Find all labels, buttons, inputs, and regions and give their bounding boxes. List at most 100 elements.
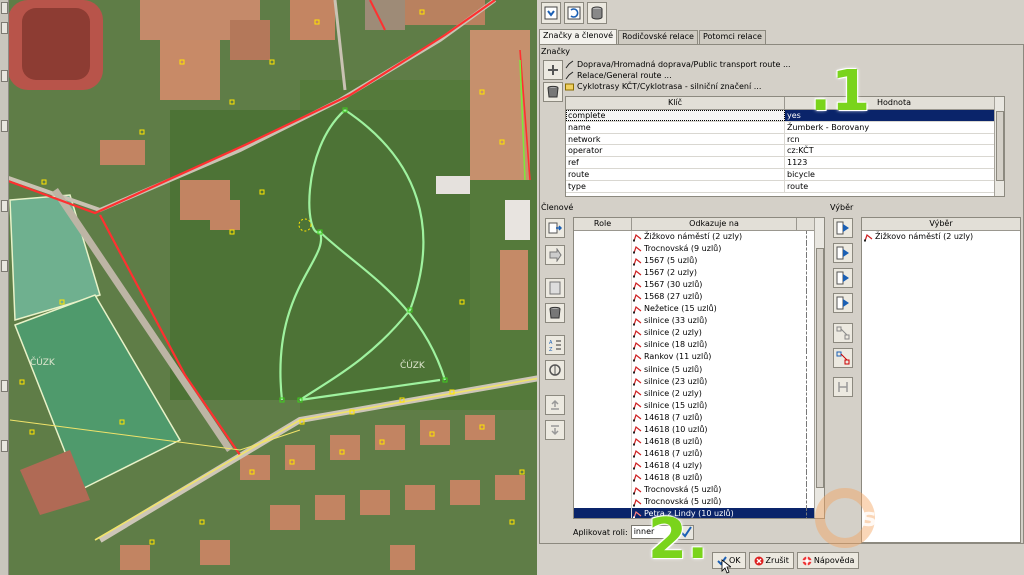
member-ref[interactable]: Rankov (11 uzlů) — [632, 351, 797, 363]
member-ref[interactable]: Žižkovo náměstí (2 uzly) — [632, 231, 797, 243]
member-role[interactable] — [574, 399, 632, 412]
cancel-button[interactable]: Zrušit — [748, 552, 794, 569]
member-ref[interactable]: silnice (18 uzlů) — [632, 339, 797, 351]
member-role[interactable] — [574, 231, 632, 244]
tag-value[interactable]: rcn — [785, 134, 1004, 145]
tag-row[interactable]: type route — [566, 180, 1004, 193]
member-row[interactable]: 14618 (10 uzlů) — [574, 423, 824, 436]
member-ref[interactable]: 14618 (7 uzlů) — [632, 412, 797, 424]
member-row[interactable]: silnice (18 uzlů) — [574, 339, 824, 352]
column-header-role[interactable]: Role — [574, 218, 632, 230]
member-ref[interactable]: 14618 (4 uzly) — [632, 460, 797, 472]
member-role[interactable] — [574, 291, 632, 304]
member-ref[interactable]: Trocnovská (9 uzlů) — [632, 243, 797, 255]
member-role[interactable] — [574, 243, 632, 256]
tab-child-relations[interactable]: Potomci relace — [698, 30, 766, 44]
member-row[interactable]: 1567 (2 uzly) — [574, 267, 824, 280]
member-row[interactable]: 1568 (27 uzlů) — [574, 291, 824, 304]
select-members-button[interactable] — [833, 323, 853, 343]
member-row[interactable]: 14618 (8 uzlů) — [574, 435, 824, 448]
member-row[interactable]: 14618 (7 uzlů) — [574, 411, 824, 424]
member-role[interactable] — [574, 327, 632, 340]
member-row[interactable]: 1567 (30 uzlů) — [574, 279, 824, 292]
reverse-members-button[interactable] — [545, 360, 565, 380]
member-row[interactable]: Trocnovská (5 uzlů) — [574, 483, 824, 497]
member-role[interactable] — [574, 483, 632, 497]
remove-selected-button[interactable] — [833, 348, 853, 368]
member-row[interactable]: Trocnovská (9 uzlů) — [574, 243, 824, 256]
map-tool-button[interactable] — [1, 22, 8, 34]
map-tool-button[interactable] — [1, 70, 8, 82]
add-selection-at-end-button[interactable] — [833, 293, 853, 313]
member-row[interactable]: silnice (2 uzly) — [574, 387, 824, 400]
tag-row[interactable]: route bicycle — [566, 168, 1004, 181]
member-row[interactable]: 14618 (8 uzlů) — [574, 471, 824, 485]
member-role[interactable] — [574, 508, 632, 518]
member-ref[interactable]: 14618 (10 uzlů) — [632, 424, 797, 436]
member-row[interactable]: silnice (23 uzlů) — [574, 375, 824, 388]
member-ref[interactable]: silnice (23 uzlů) — [632, 376, 797, 388]
member-role[interactable] — [574, 315, 632, 328]
member-ref[interactable]: silnice (2 uzly) — [632, 388, 797, 400]
map-tool-button[interactable] — [1, 200, 8, 212]
add-selected-member-button[interactable] — [545, 218, 565, 238]
tag-value[interactable]: 1123 — [785, 157, 1004, 168]
download-members-button[interactable] — [541, 2, 561, 24]
member-ref[interactable]: 14618 (7 uzlů) — [632, 448, 797, 460]
member-ref[interactable]: 1567 (2 uzly) — [632, 267, 797, 279]
sort-refresh-button[interactable] — [564, 2, 584, 24]
member-role[interactable] — [574, 351, 632, 364]
member-row[interactable]: Nežetice (15 uzlů) — [574, 303, 824, 316]
map-tool-button[interactable] — [1, 2, 8, 14]
member-ref[interactable]: 1567 (30 uzlů) — [632, 279, 797, 291]
member-role[interactable] — [574, 496, 632, 509]
selection-row[interactable]: Žižkovo náměstí (2 uzly) — [862, 231, 1020, 243]
add-selection-after-button[interactable] — [833, 268, 853, 288]
map-tool-button[interactable] — [1, 380, 8, 392]
member-ref[interactable]: 14618 (8 uzlů) — [632, 472, 797, 484]
member-row[interactable]: 14618 (4 uzly) — [574, 459, 824, 472]
help-button[interactable]: Nápověda — [796, 552, 860, 569]
tag-key[interactable]: name — [566, 121, 785, 133]
member-row[interactable]: silnice (33 uzlů) — [574, 315, 824, 328]
tag-table-scrollbar[interactable] — [994, 97, 1004, 196]
column-header-selection[interactable]: Výběr — [862, 218, 1020, 231]
member-row[interactable]: silnice (15 uzlů) — [574, 399, 824, 412]
tag-row[interactable]: network rcn — [566, 133, 1004, 146]
tag-row[interactable]: ref 1123 — [566, 157, 1004, 169]
tag-value[interactable]: route — [785, 181, 1004, 192]
add-selection-at-start-button[interactable] — [833, 218, 853, 238]
tab-tags-members[interactable]: Značky a členové — [539, 29, 618, 44]
move-member-button[interactable] — [545, 245, 565, 265]
member-ref[interactable]: silnice (5 uzlů) — [632, 364, 797, 376]
add-selection-before-button[interactable] — [833, 243, 853, 263]
member-row[interactable]: silnice (5 uzlů) — [574, 363, 824, 376]
member-row[interactable]: Rankov (11 uzlů) — [574, 351, 824, 364]
tab-parent-relations[interactable]: Rodičovské relace — [618, 30, 698, 44]
map-tool-button[interactable] — [1, 440, 8, 452]
zoom-member-button[interactable] — [833, 377, 853, 397]
member-ref[interactable]: silnice (33 uzlů) — [632, 315, 797, 327]
edit-member-button[interactable] — [545, 278, 565, 298]
tag-table[interactable]: Klíč Hodnota complete yes name Žumberk -… — [565, 96, 1005, 197]
tag-key[interactable]: type — [566, 180, 785, 192]
map-tool-button[interactable] — [1, 120, 8, 132]
column-header-refers-to[interactable]: Odkazuje na — [632, 218, 797, 230]
member-role[interactable] — [574, 459, 632, 472]
member-ref[interactable]: silnice (2 uzly) — [632, 327, 797, 339]
tag-key[interactable]: route — [566, 168, 785, 180]
member-role[interactable] — [574, 447, 632, 460]
member-role[interactable] — [574, 303, 632, 316]
map-view[interactable]: ČÚZK ČÚZK — [0, 0, 540, 575]
member-ref[interactable]: Nežetice (15 uzlů) — [632, 303, 797, 315]
column-header-key[interactable]: Klíč — [566, 97, 785, 109]
member-row[interactable]: silnice (2 uzly) — [574, 327, 824, 340]
tag-value[interactable]: cz:KČT — [785, 145, 1004, 156]
map-tool-button[interactable] — [1, 260, 8, 272]
aerial-map[interactable]: ČÚZK ČÚZK — [0, 0, 540, 575]
tag-key[interactable]: complete — [566, 110, 785, 121]
member-role[interactable] — [574, 435, 632, 448]
tag-key[interactable]: operator — [566, 145, 785, 157]
member-row[interactable]: 1567 (5 uzlů) — [574, 255, 824, 268]
relation-item[interactable]: Doprava/Hromadná doprava/Public transpor… — [565, 59, 1010, 70]
